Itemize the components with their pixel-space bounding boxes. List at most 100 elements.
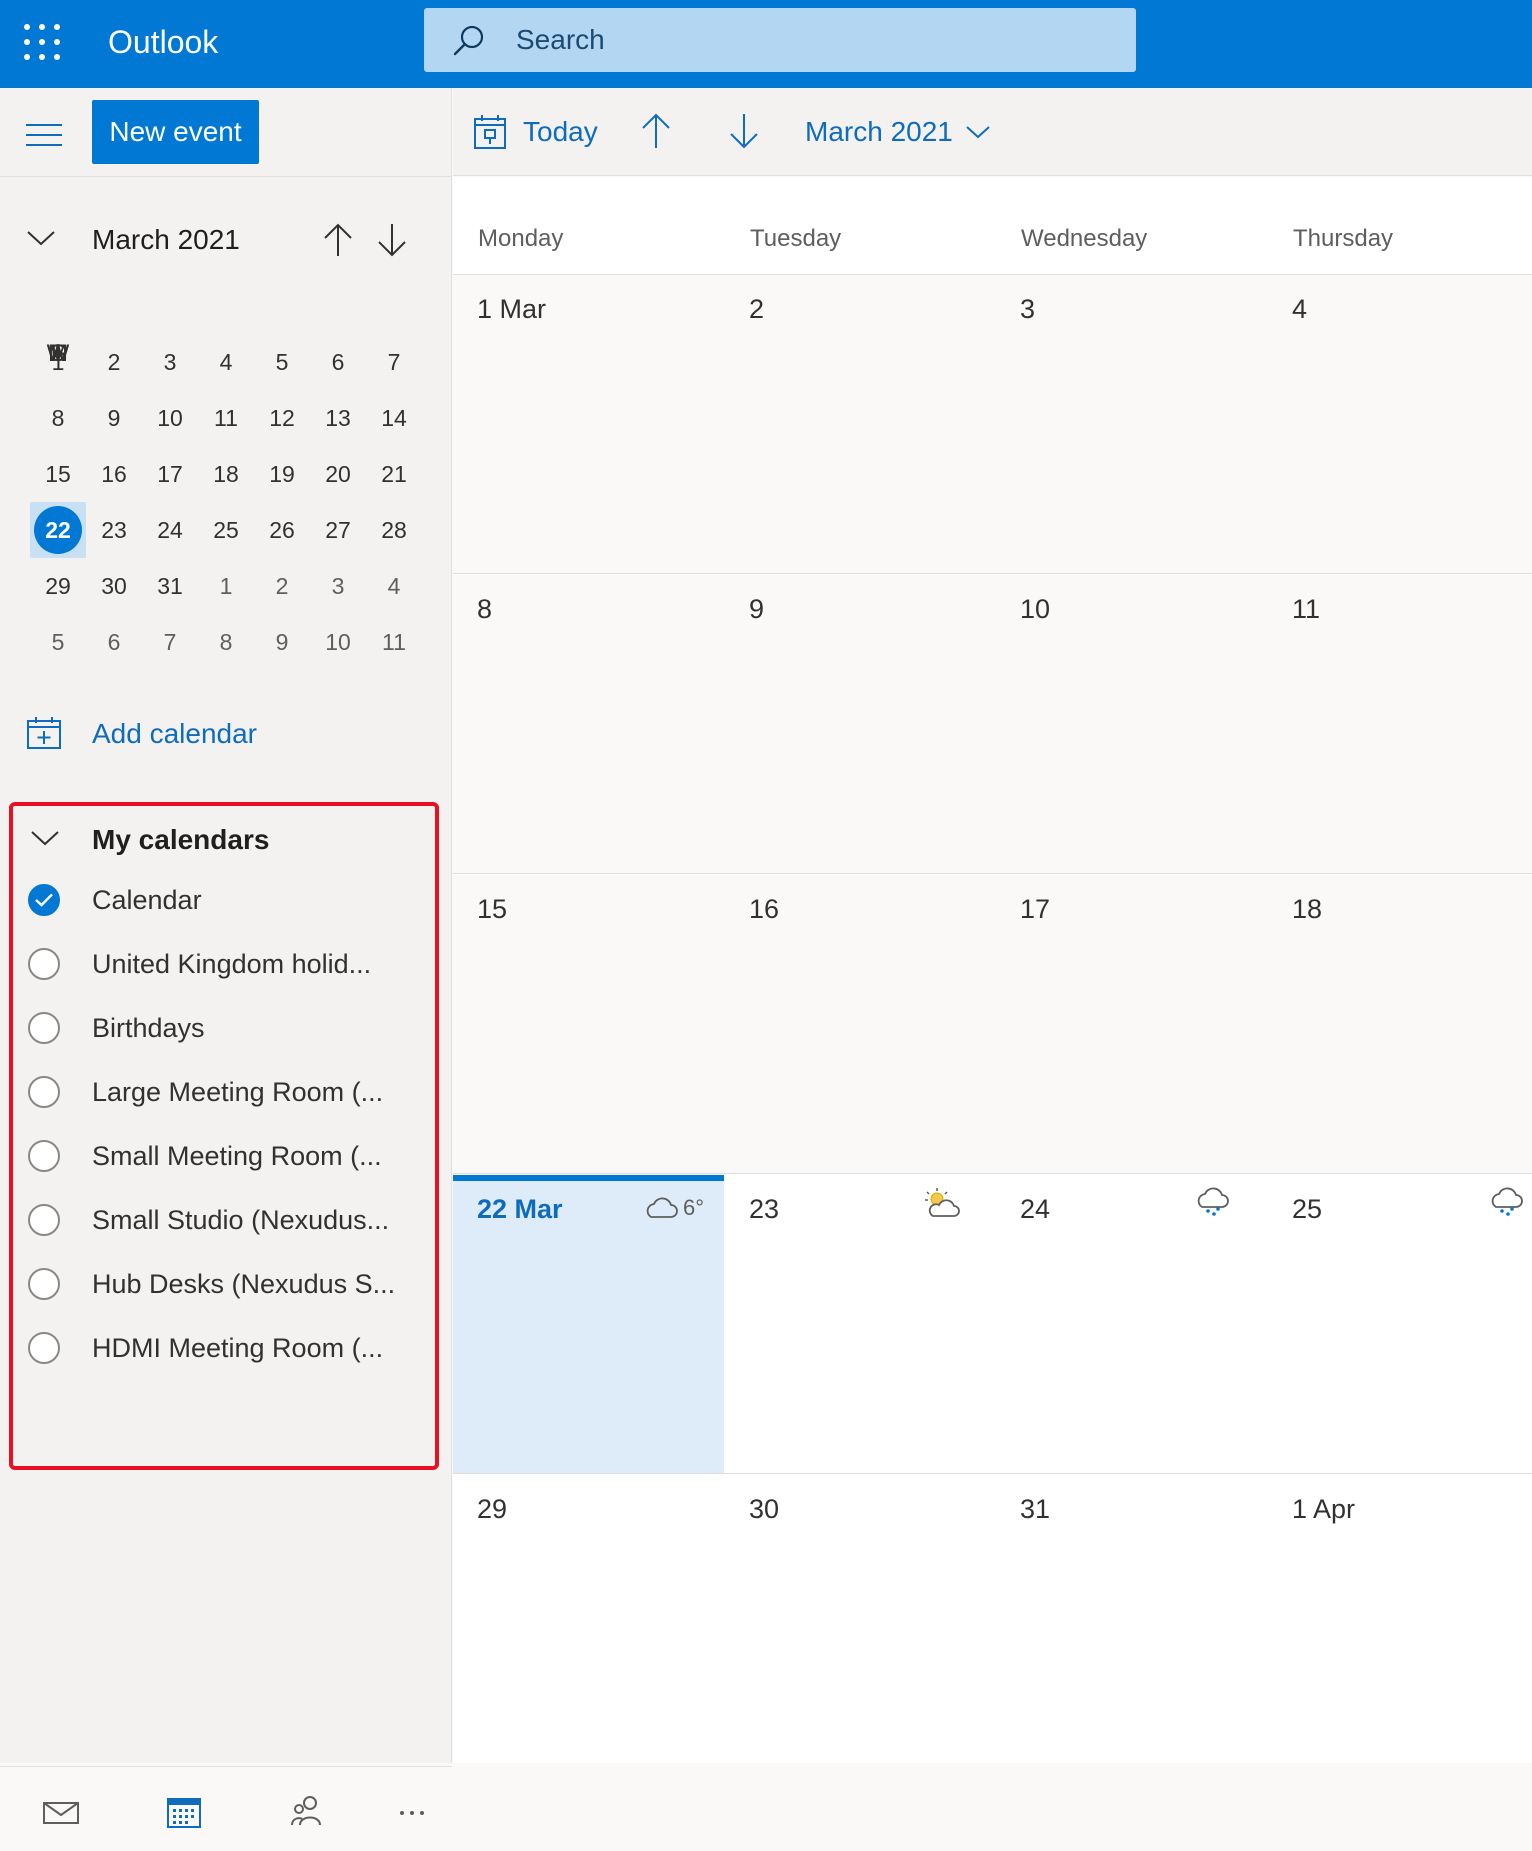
mini-day[interactable]: 4 bbox=[366, 558, 422, 614]
mini-day[interactable]: 8 bbox=[30, 390, 86, 446]
day-cell[interactable]: 8 bbox=[453, 575, 724, 873]
calendar-item[interactable]: Hub Desks (Nexudus S... bbox=[26, 1258, 416, 1310]
mini-day[interactable]: 19 bbox=[254, 446, 310, 502]
weather-indicator[interactable] bbox=[1194, 1187, 1230, 1219]
more-icon[interactable] bbox=[392, 1791, 436, 1831]
mini-day[interactable]: 20 bbox=[310, 446, 366, 502]
day-cell[interactable]: 23 bbox=[725, 1175, 996, 1473]
mini-day[interactable]: 26 bbox=[254, 502, 310, 558]
mini-calendar-title[interactable]: March 2021 bbox=[92, 218, 240, 262]
mini-day[interactable]: 21 bbox=[366, 446, 422, 502]
mini-day[interactable]: 17 bbox=[142, 446, 198, 502]
mini-day[interactable]: 5 bbox=[254, 334, 310, 390]
add-calendar-link[interactable]: Add calendar bbox=[26, 712, 406, 756]
mini-day-selected[interactable]: 22 bbox=[30, 502, 86, 558]
mini-day[interactable]: 2 bbox=[86, 334, 142, 390]
unchecked-circle-icon[interactable] bbox=[28, 1012, 60, 1044]
day-cell[interactable]: 30 bbox=[725, 1475, 996, 1773]
mini-day[interactable]: 2 bbox=[254, 558, 310, 614]
mini-day[interactable]: 7 bbox=[366, 334, 422, 390]
day-cell[interactable]: 24 bbox=[996, 1175, 1267, 1473]
unchecked-circle-icon[interactable] bbox=[28, 1268, 60, 1300]
mini-day[interactable]: 24 bbox=[142, 502, 198, 558]
calendar-icon[interactable] bbox=[162, 1791, 206, 1831]
weather-indicator[interactable] bbox=[1488, 1187, 1524, 1219]
unchecked-circle-icon[interactable] bbox=[28, 948, 60, 980]
mini-day[interactable]: 12 bbox=[254, 390, 310, 446]
day-cell[interactable]: 1 Mar bbox=[453, 275, 724, 573]
mini-day[interactable]: 18 bbox=[198, 446, 254, 502]
day-cell[interactable]: 1 Apr bbox=[1268, 1475, 1532, 1773]
mini-day[interactable]: 4 bbox=[198, 334, 254, 390]
app-launcher-icon[interactable] bbox=[24, 24, 62, 62]
hamburger-menu-icon[interactable] bbox=[26, 124, 62, 148]
app-brand[interactable]: Outlook bbox=[108, 20, 218, 64]
people-icon[interactable] bbox=[286, 1791, 330, 1831]
mini-day[interactable]: 29 bbox=[30, 558, 86, 614]
weather-indicator[interactable] bbox=[923, 1187, 961, 1219]
unchecked-circle-icon[interactable] bbox=[28, 1140, 60, 1172]
mini-day[interactable]: 6 bbox=[310, 334, 366, 390]
unchecked-circle-icon[interactable] bbox=[28, 1204, 60, 1236]
calendar-item[interactable]: Large Meeting Room (... bbox=[26, 1066, 416, 1118]
calendar-item[interactable]: Small Studio (Nexudus... bbox=[26, 1194, 416, 1246]
mini-day[interactable]: 10 bbox=[142, 390, 198, 446]
mini-day[interactable]: 13 bbox=[310, 390, 366, 446]
mini-day[interactable]: 1 bbox=[198, 558, 254, 614]
arrow-up-icon[interactable] bbox=[322, 222, 354, 258]
mini-day[interactable]: 5 bbox=[30, 614, 86, 670]
unchecked-circle-icon[interactable] bbox=[28, 1076, 60, 1108]
mini-day[interactable]: 30 bbox=[86, 558, 142, 614]
mini-day[interactable]: 3 bbox=[310, 558, 366, 614]
unchecked-circle-icon[interactable] bbox=[28, 1332, 60, 1364]
day-cell[interactable]: 16 bbox=[725, 875, 996, 1173]
my-calendars-header[interactable]: My calendars bbox=[26, 814, 406, 866]
arrow-down-icon[interactable] bbox=[376, 222, 408, 258]
mini-day[interactable]: 11 bbox=[366, 614, 422, 670]
mini-day[interactable]: 27 bbox=[310, 502, 366, 558]
mini-day[interactable]: 31 bbox=[142, 558, 198, 614]
mini-day[interactable]: 3 bbox=[142, 334, 198, 390]
day-cell[interactable]: 18 bbox=[1268, 875, 1532, 1173]
calendar-item[interactable]: Small Meeting Room (... bbox=[26, 1130, 416, 1182]
search-box[interactable] bbox=[424, 8, 1136, 72]
mini-day[interactable]: 25 bbox=[198, 502, 254, 558]
chevron-down-icon[interactable] bbox=[26, 228, 56, 248]
mini-day[interactable]: 1 bbox=[30, 334, 86, 390]
arrow-down-icon[interactable] bbox=[727, 112, 761, 150]
arrow-up-icon[interactable] bbox=[639, 112, 673, 150]
mail-icon[interactable] bbox=[40, 1791, 84, 1831]
day-cell[interactable]: 25 bbox=[1268, 1175, 1532, 1473]
day-cell[interactable]: 17 bbox=[996, 875, 1267, 1173]
calendar-item[interactable]: Calendar bbox=[26, 874, 416, 926]
day-cell[interactable]: 3 bbox=[996, 275, 1267, 573]
mini-day[interactable]: 28 bbox=[366, 502, 422, 558]
mini-day[interactable]: 15 bbox=[30, 446, 86, 502]
checked-circle-icon[interactable] bbox=[28, 884, 60, 916]
new-event-button[interactable]: New event bbox=[92, 100, 259, 164]
day-cell[interactable]: 31 bbox=[996, 1475, 1267, 1773]
day-cell[interactable]: 29 bbox=[453, 1475, 724, 1773]
calendar-item[interactable]: HDMI Meeting Room (... bbox=[26, 1322, 416, 1374]
mini-day[interactable]: 9 bbox=[86, 390, 142, 446]
day-cell[interactable]: 4 bbox=[1268, 275, 1532, 573]
mini-day[interactable]: 9 bbox=[254, 614, 310, 670]
day-cell[interactable]: 11 bbox=[1268, 575, 1532, 873]
day-cell-today[interactable]: 22 Mar 6° bbox=[453, 1175, 724, 1473]
day-cell[interactable]: 2 bbox=[725, 275, 996, 573]
mini-day[interactable]: 11 bbox=[198, 390, 254, 446]
mini-day[interactable]: 16 bbox=[86, 446, 142, 502]
day-cell[interactable]: 10 bbox=[996, 575, 1267, 873]
calendar-item[interactable]: United Kingdom holid... bbox=[26, 938, 416, 990]
day-cell[interactable]: 9 bbox=[725, 575, 996, 873]
search-input[interactable] bbox=[516, 18, 1116, 62]
mini-day[interactable]: 10 bbox=[310, 614, 366, 670]
weather-indicator[interactable]: 6° bbox=[643, 1195, 704, 1221]
mini-day[interactable]: 8 bbox=[198, 614, 254, 670]
mini-day[interactable]: 6 bbox=[86, 614, 142, 670]
mini-day[interactable]: 14 bbox=[366, 390, 422, 446]
day-cell[interactable]: 15 bbox=[453, 875, 724, 1173]
mini-day[interactable]: 23 bbox=[86, 502, 142, 558]
calendar-item[interactable]: Birthdays bbox=[26, 1002, 416, 1054]
mini-day[interactable]: 7 bbox=[142, 614, 198, 670]
